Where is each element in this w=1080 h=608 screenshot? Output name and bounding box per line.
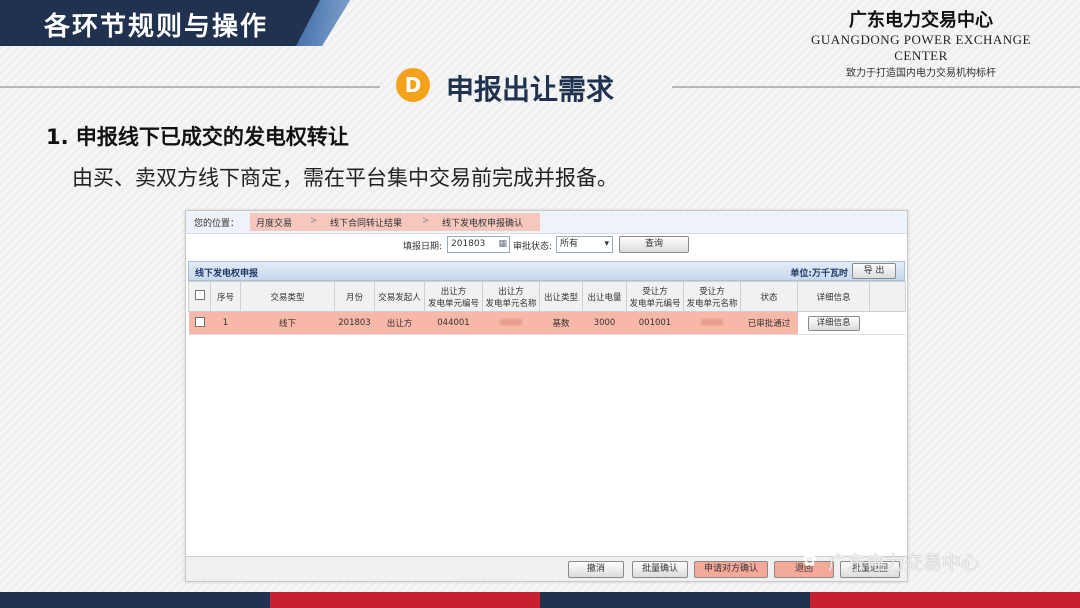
- org-name-cn: 广东电力交易中心: [849, 10, 993, 31]
- data-table: 序号 交易类型 月份 交易发起人 出让方 发电单元编号 出让方 发电单元名称 出…: [188, 281, 906, 335]
- bar-segment-red: [270, 592, 540, 608]
- cancel-button[interactable]: 撤消: [568, 561, 624, 578]
- calendar-icon[interactable]: ▦: [498, 237, 507, 252]
- org-logo-block: 广东电力交易中心 GUANGDONG POWER EXCHANGE CENTER…: [786, 6, 1056, 79]
- breadcrumb: 您的位置： 月度交易 > 线下合同转让结果 > 线下发电权申报确认: [186, 211, 907, 234]
- grid-header: 线下发电权申报 单位:万千瓦时 导 出: [188, 261, 905, 281]
- col-no: 序号: [210, 281, 241, 312]
- col-buyer-code: 受让方 发电单元编号: [626, 281, 684, 312]
- bar-segment-navy: [540, 592, 810, 608]
- bar-segment-navy: [0, 592, 270, 608]
- table-row[interactable]: 1 线下 201803 出让方 044001 基数 3000 001001 已审…: [188, 311, 906, 335]
- breadcrumb-separator: >: [422, 216, 430, 226]
- breadcrumb-item-offline-results[interactable]: 线下合同转让结果: [330, 216, 402, 229]
- export-button[interactable]: 导 出: [852, 263, 896, 279]
- cell-month: 201803: [334, 311, 375, 335]
- item-description: 由买、卖双方线下商定，需在平台集中交易前完成并报备。: [72, 166, 618, 190]
- col-detail: 详细信息: [797, 281, 870, 312]
- item-title: 1. 申报线下已成交的发电权转让: [46, 125, 349, 149]
- cell-seller-code: 044001: [424, 311, 483, 335]
- breadcrumb-prefix: 您的位置：: [194, 219, 240, 229]
- grid-title: 线下发电权申报: [195, 269, 259, 279]
- query-button[interactable]: 查询: [619, 236, 689, 253]
- divider-left: [0, 86, 380, 88]
- cell-buyer-code: 001001: [626, 311, 684, 335]
- bottom-color-bar: [0, 592, 1080, 608]
- cell-buyer-name: [683, 311, 741, 335]
- cell-type: 线下: [240, 311, 335, 335]
- col-type: 交易类型: [240, 281, 335, 312]
- action-footer: 撤消 批量确认 申请对方确认 退回 批量退回: [186, 556, 907, 581]
- redacted-text: [701, 319, 723, 325]
- cell-quantity: 3000: [582, 311, 627, 335]
- breadcrumb-separator: >: [310, 216, 318, 226]
- select-all-checkbox[interactable]: [194, 290, 205, 300]
- cell-no: 1: [210, 311, 241, 335]
- status-label: 审批状态:: [513, 242, 553, 252]
- app-screenshot-panel: 您的位置： 月度交易 > 线下合同转让结果 > 线下发电权申报确认 填报日期: …: [185, 210, 908, 582]
- cell-status: 已审批通过: [740, 311, 798, 335]
- col-status: 状态: [740, 281, 798, 312]
- section-title: 申报出让需求: [446, 73, 615, 106]
- date-input[interactable]: 201803 ▦: [447, 236, 510, 253]
- batch-confirm-button[interactable]: 批量确认: [632, 561, 688, 578]
- col-sell-type: 出让类型: [539, 281, 583, 312]
- bar-segment-red: [810, 592, 1080, 608]
- org-name-en: GUANGDONG POWER EXCHANGE CENTER: [811, 32, 1031, 63]
- section-letter-icon: D: [396, 68, 430, 102]
- breadcrumb-item-monthly[interactable]: 月度交易: [256, 216, 292, 229]
- wechat-icon: ✿: [802, 550, 818, 571]
- col-spacer: [869, 281, 906, 312]
- select-all-header: [188, 281, 211, 312]
- redacted-text: [500, 319, 522, 325]
- col-seller-name: 出让方 发电单元名称: [482, 281, 540, 312]
- cell-sell-type: 基数: [539, 311, 583, 335]
- banner-title: 各环节规则与操作: [44, 12, 269, 42]
- org-slogan: 致力于打造国内电力交易机构标杆: [846, 68, 996, 79]
- unit-label: 单位:万千瓦时: [790, 269, 848, 279]
- col-seller-code: 出让方 发电单元编号: [424, 281, 483, 312]
- request-confirm-button[interactable]: 申请对方确认: [694, 561, 768, 578]
- chevron-down-icon: ▾: [604, 239, 609, 249]
- breadcrumb-item-current[interactable]: 线下发电权申报确认: [442, 216, 523, 229]
- divider-right: [672, 86, 1080, 88]
- status-select[interactable]: 所有 ▾: [556, 236, 613, 253]
- col-quantity: 出让电量: [582, 281, 627, 312]
- date-label: 填报日期:: [403, 242, 443, 252]
- col-buyer-name: 受让方 发电单元名称: [683, 281, 741, 312]
- col-month: 月份: [334, 281, 375, 312]
- cell-seller-name: [482, 311, 540, 335]
- cell-initiator: 出让方: [374, 311, 425, 335]
- watermark-text: 广东电力交易中心: [828, 552, 981, 574]
- detail-button[interactable]: 详细信息: [807, 315, 860, 331]
- row-checkbox[interactable]: [194, 316, 205, 327]
- col-initiator: 交易发起人: [374, 281, 425, 312]
